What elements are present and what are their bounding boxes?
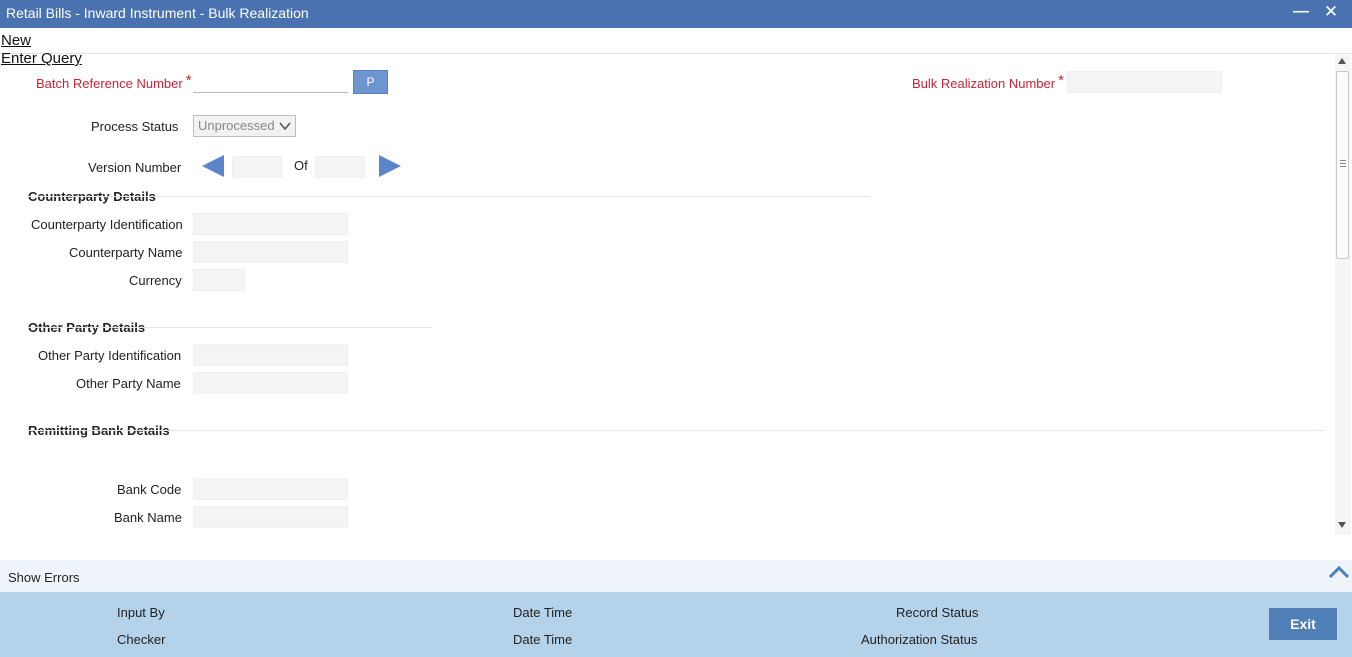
- arrow-left-icon[interactable]: [202, 155, 224, 177]
- bank-name-label: Bank Name: [114, 510, 182, 525]
- counterparty-divider: [28, 196, 870, 197]
- authorization-status-label: Authorization Status: [861, 632, 978, 647]
- bulk-realization-input[interactable]: [1067, 71, 1222, 93]
- title-bar: Retail Bills - Inward Instrument - Bulk …: [0, 0, 1352, 28]
- vertical-scrollbar[interactable]: [1335, 55, 1351, 535]
- footer-audit-bar: Input By Checker Date Time Date Time Rec…: [0, 592, 1352, 657]
- date-time-label: Date Time: [513, 632, 573, 647]
- date-time-label: Date Time: [513, 605, 573, 620]
- remitting-bank-divider: [28, 430, 1324, 431]
- window-title: Retail Bills - Inward Instrument - Bulk …: [6, 5, 309, 21]
- of-label: Of: [294, 158, 308, 173]
- bulk-realization-label: Bulk Realization Number *: [912, 72, 1064, 91]
- other-party-identification-label: Other Party Identification: [38, 348, 182, 363]
- bank-code-input[interactable]: [193, 478, 348, 500]
- bank-code-label: Bank Code: [117, 482, 182, 497]
- other-party-divider: [28, 327, 431, 328]
- errors-bar: Show Errors: [0, 560, 1352, 592]
- process-status-label: Process Status: [91, 119, 179, 134]
- counterparty-name-input[interactable]: [193, 241, 348, 263]
- batch-reference-label: Batch Reference Number *: [36, 72, 192, 91]
- grip-line: [1340, 163, 1346, 164]
- grip-line: [1340, 160, 1346, 161]
- process-status-select[interactable]: Unprocessed: [193, 115, 296, 137]
- scroll-thumb[interactable]: [1336, 71, 1349, 259]
- scroll-down-icon[interactable]: [1338, 522, 1346, 528]
- show-errors-link[interactable]: Show Errors: [8, 570, 80, 585]
- exit-button[interactable]: Exit: [1269, 608, 1337, 640]
- record-status-label: Record Status: [896, 605, 979, 620]
- chevron-up-icon[interactable]: [1328, 564, 1350, 580]
- counterparty-name-label: Counterparty Name: [69, 245, 183, 260]
- minimize-icon[interactable]: —: [1290, 1, 1312, 23]
- bank-name-input[interactable]: [193, 506, 348, 528]
- menu-bar: [0, 28, 1352, 54]
- scroll-up-icon[interactable]: [1338, 58, 1346, 64]
- version-total-input[interactable]: [315, 156, 365, 178]
- chevron-down-icon: [279, 122, 291, 131]
- new-link[interactable]: New: [1, 32, 31, 49]
- currency-label: Currency: [129, 273, 182, 288]
- version-current-input[interactable]: [232, 156, 282, 178]
- currency-input[interactable]: [193, 269, 245, 291]
- arrow-right-icon[interactable]: [379, 155, 401, 177]
- close-icon[interactable]: ✕: [1320, 1, 1342, 23]
- other-party-name-input[interactable]: [193, 372, 348, 394]
- process-status-value: Unprocessed: [198, 118, 275, 133]
- input-by-label: Input By: [117, 605, 165, 620]
- p-button[interactable]: P: [353, 70, 388, 94]
- counterparty-identification-label: Counterparty Identification: [31, 217, 183, 232]
- batch-reference-input[interactable]: [193, 71, 348, 93]
- counterparty-identification-input[interactable]: [193, 213, 348, 235]
- grip-line: [1340, 166, 1346, 167]
- version-number-label: Version Number: [88, 160, 182, 175]
- checker-label: Checker: [117, 632, 166, 647]
- other-party-name-label: Other Party Name: [76, 376, 181, 391]
- other-party-identification-input[interactable]: [193, 344, 348, 366]
